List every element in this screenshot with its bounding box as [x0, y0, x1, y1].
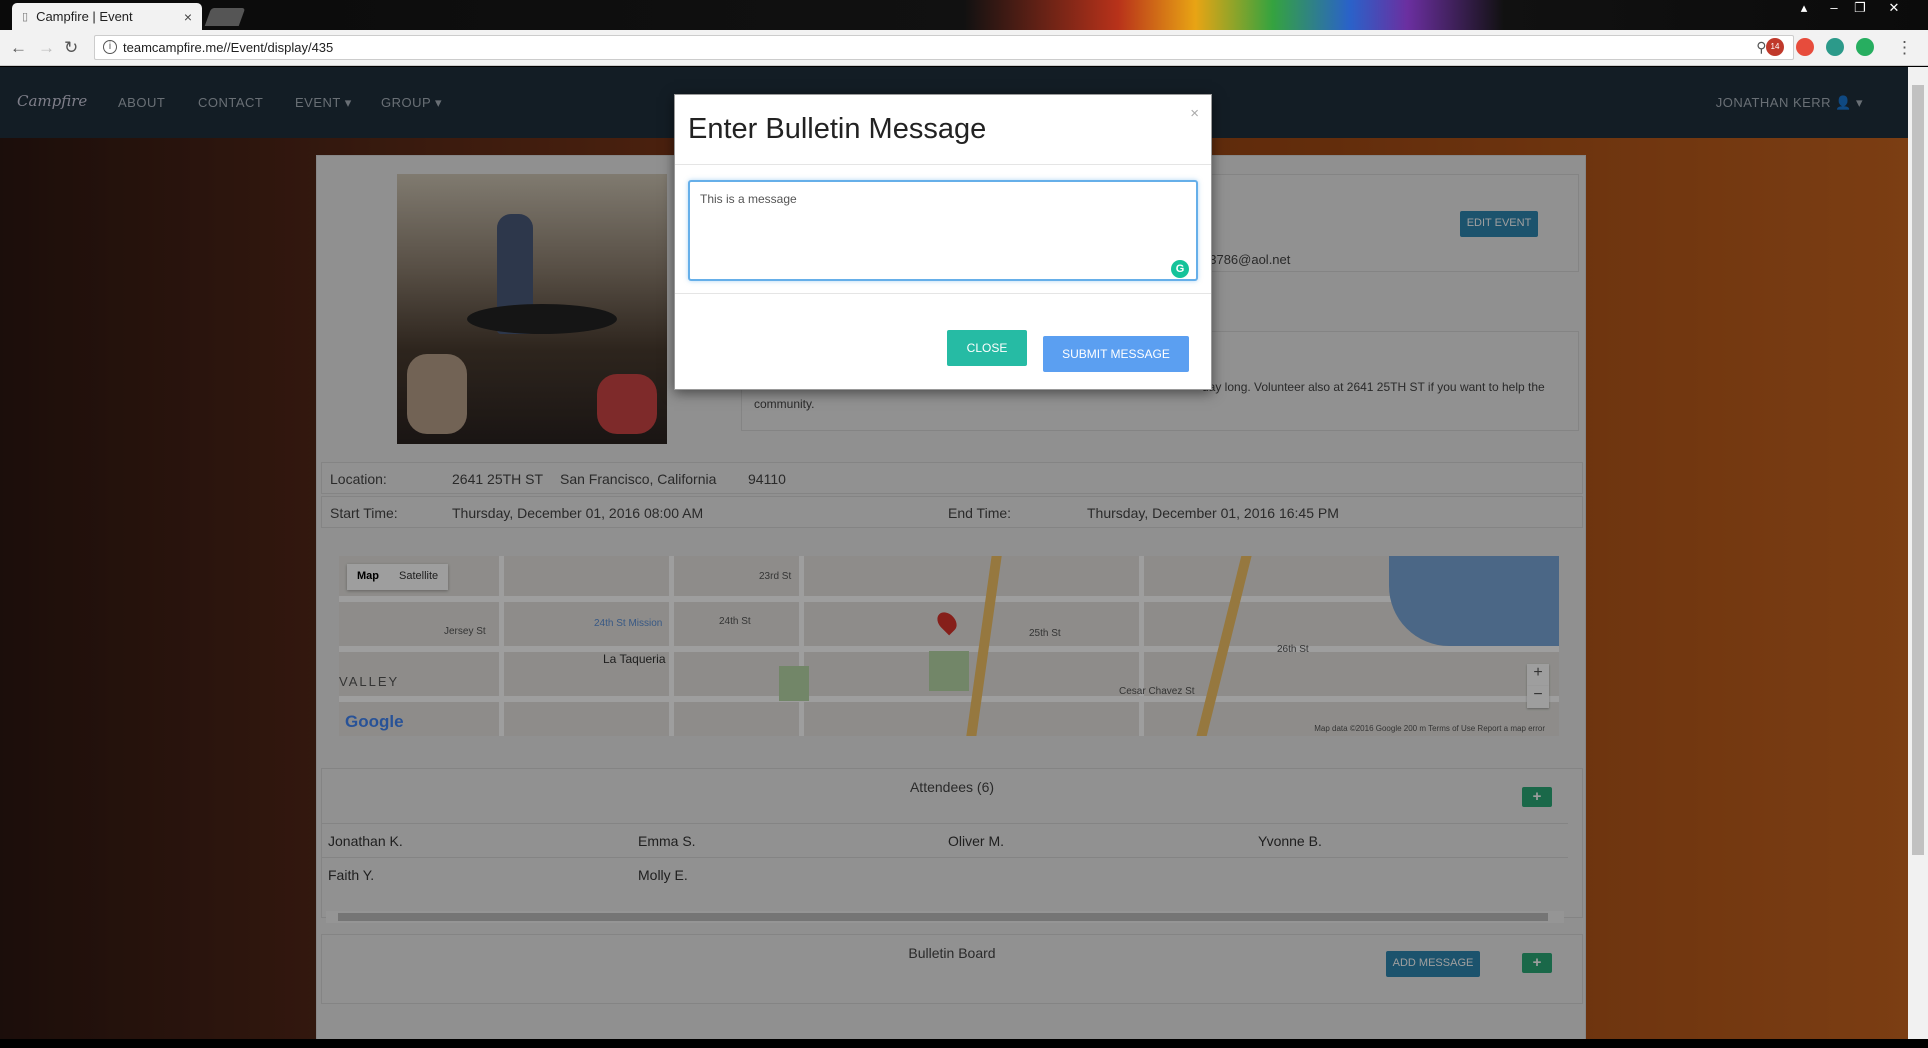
- minimize-icon[interactable]: –: [1822, 0, 1846, 16]
- page-scrollbar[interactable]: [1908, 67, 1928, 1039]
- forward-icon[interactable]: →: [38, 38, 55, 58]
- url-text: teamcampfire.me//Event/display/435: [123, 40, 334, 55]
- browser-toolbar: ← → ↻ i teamcampfire.me//Event/display/4…: [0, 30, 1928, 66]
- close-button[interactable]: CLOSE: [947, 330, 1027, 366]
- page-icon: ▯: [22, 11, 29, 23]
- menu-icon[interactable]: ⋮: [1896, 38, 1913, 58]
- extension-teal-icon[interactable]: [1826, 38, 1844, 56]
- back-icon[interactable]: ←: [10, 38, 27, 58]
- extension-red-icon[interactable]: [1796, 38, 1814, 56]
- grammarly-icon[interactable]: G: [1171, 260, 1189, 278]
- message-input[interactable]: This is a message: [688, 180, 1198, 281]
- close-window-icon[interactable]: ✕: [1882, 0, 1906, 16]
- submit-message-button[interactable]: SUBMIT MESSAGE: [1043, 336, 1189, 372]
- browser-tab[interactable]: ▯ Campfire | Event ×: [12, 3, 202, 30]
- modal-body: This is a message G: [675, 166, 1211, 294]
- bulletin-modal: Enter Bulletin Message × This is a messa…: [674, 94, 1212, 390]
- tab-title: Campfire | Event: [36, 9, 133, 24]
- info-icon[interactable]: i: [103, 40, 117, 54]
- restore-icon[interactable]: ❐: [1848, 0, 1872, 16]
- modal-title: Enter Bulletin Message: [688, 113, 987, 145]
- extension-green-icon[interactable]: [1856, 38, 1874, 56]
- reload-icon[interactable]: ↻: [64, 38, 78, 58]
- address-bar[interactable]: i teamcampfire.me//Event/display/435 ⚲ ☆: [94, 35, 1794, 60]
- tab-close-icon[interactable]: ×: [184, 9, 192, 25]
- modal-close-icon[interactable]: ×: [1190, 105, 1199, 122]
- ublock-icon[interactable]: 14: [1766, 38, 1784, 56]
- new-tab-button[interactable]: [204, 8, 246, 26]
- browser-tabbar: ▯ Campfire | Event × ▴ – ❐ ✕: [0, 0, 1928, 30]
- profile-icon[interactable]: ▴: [1792, 0, 1816, 16]
- ext-badge: 14: [1770, 42, 1780, 51]
- modal-header: Enter Bulletin Message ×: [675, 95, 1211, 165]
